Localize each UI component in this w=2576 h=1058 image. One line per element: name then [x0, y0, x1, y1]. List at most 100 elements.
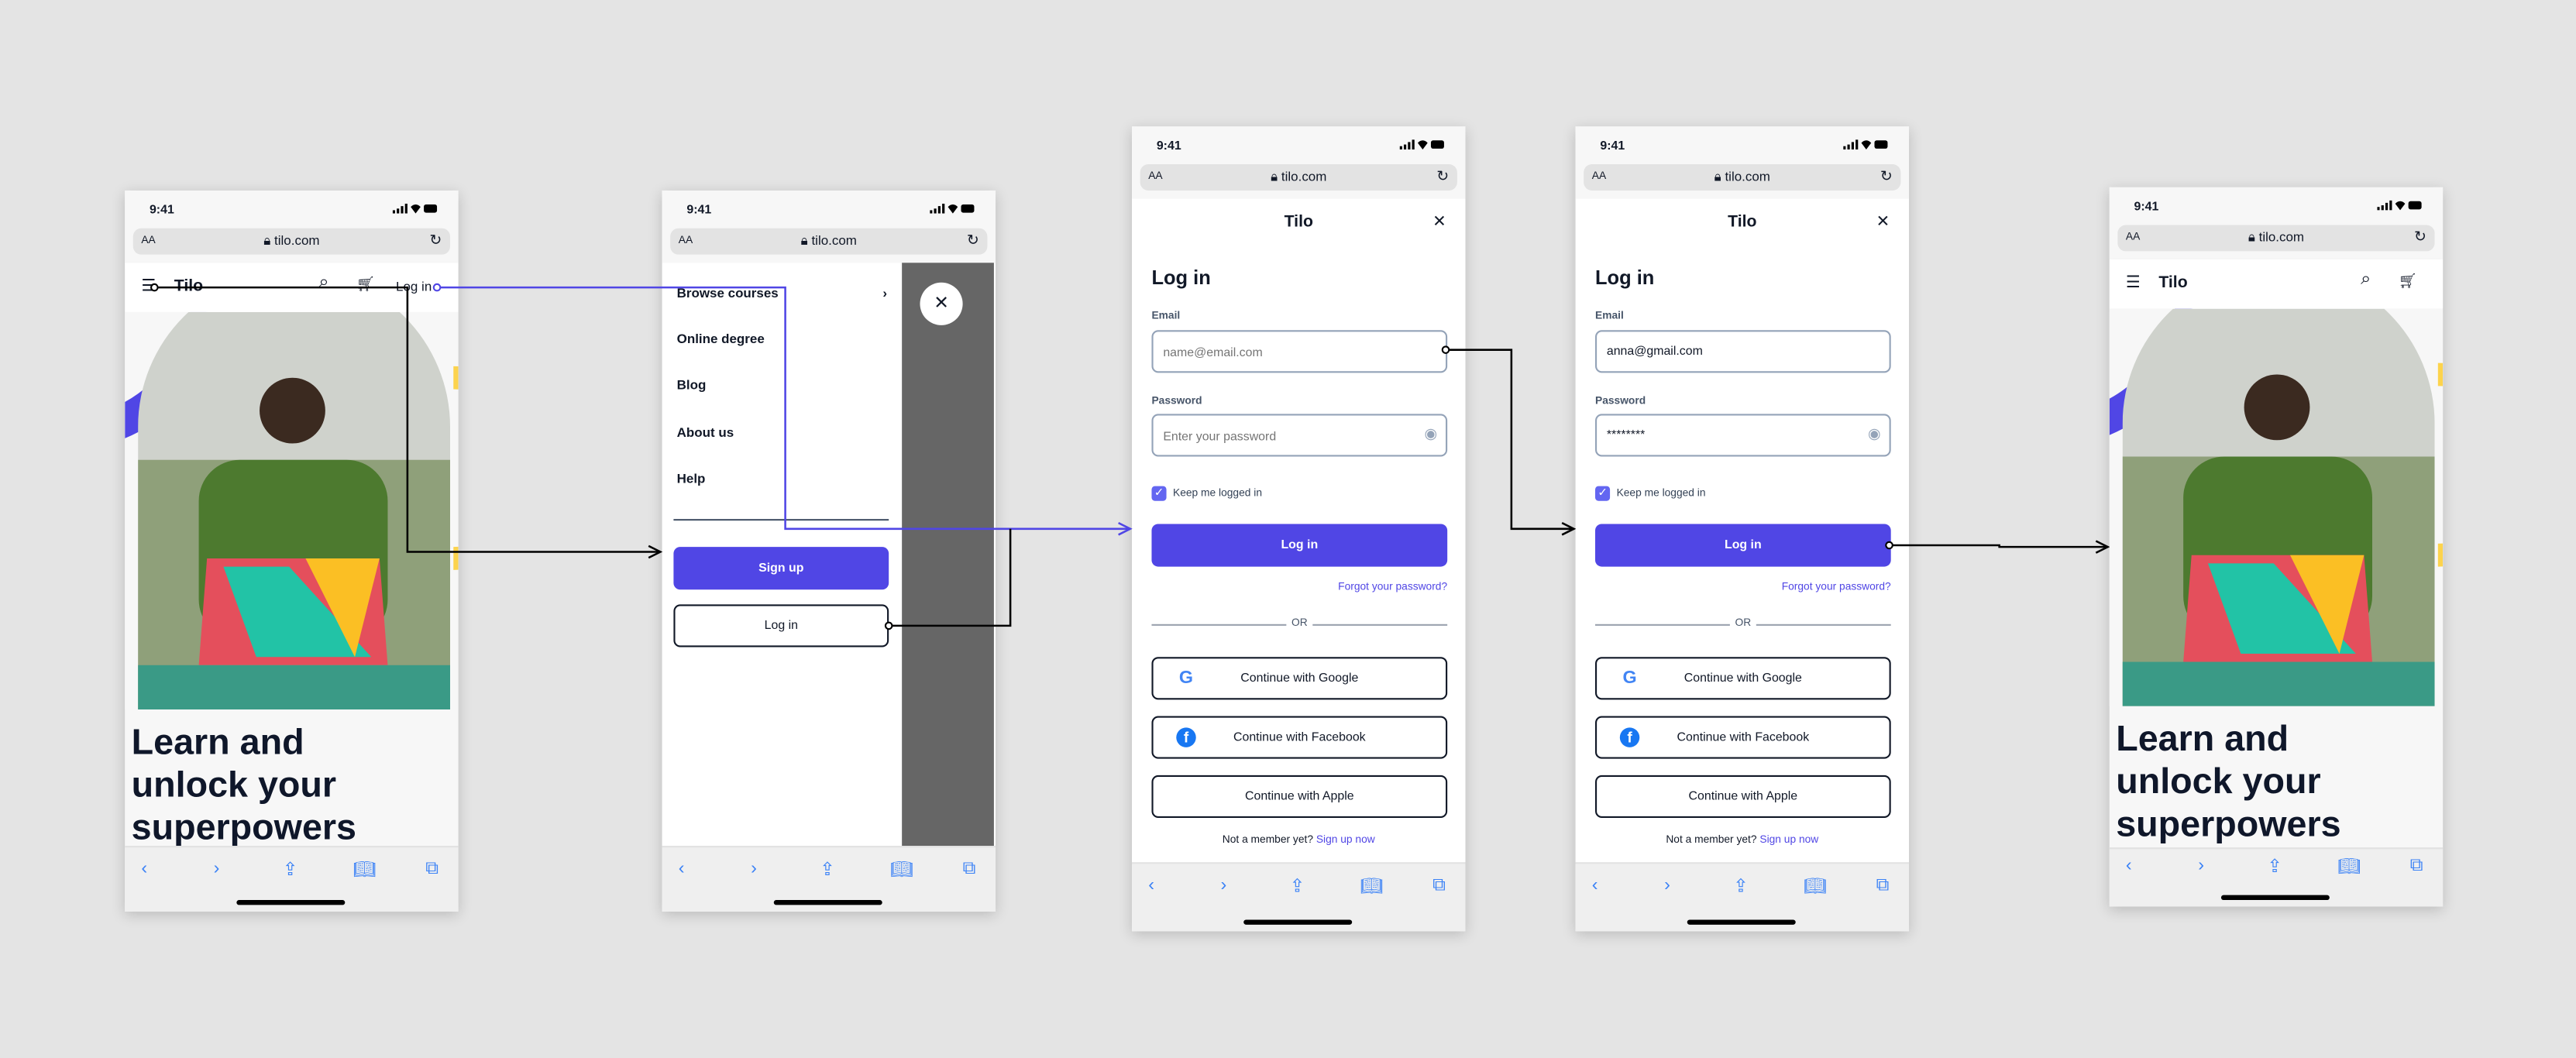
back-icon[interactable]: ‹ — [2126, 856, 2132, 875]
share-icon[interactable]: ⇪ — [820, 859, 835, 880]
address-bar[interactable]: AA 🔒︎ tilo.com ↻ — [1584, 164, 1901, 191]
status-time: 9:41 — [149, 201, 174, 217]
bookmarks-icon[interactable]: 📖︎ — [1360, 875, 1384, 896]
back-icon[interactable]: ‹ — [141, 859, 147, 878]
tabs-icon[interactable]: ⧉ — [1876, 875, 1890, 897]
address-bar[interactable]: AA 🔒︎ tilo.com ↻ — [2117, 225, 2435, 252]
back-icon[interactable]: ‹ — [1592, 875, 1598, 895]
signal-wifi-battery-icon — [1399, 139, 1446, 149]
login-submit-button[interactable]: Log in — [1595, 524, 1891, 567]
share-icon[interactable]: ⇪ — [1733, 875, 1749, 896]
close-icon[interactable]: ✕ — [1432, 214, 1446, 232]
forgot-password-link[interactable]: Forgot your password? — [1338, 582, 1447, 593]
email-label: Email — [1595, 310, 1624, 322]
logo[interactable]: Tilo — [2158, 274, 2187, 292]
close-icon[interactable]: ✕ — [1876, 214, 1890, 232]
home-indicator — [1687, 919, 1796, 925]
tabs-icon[interactable]: ⧉ — [425, 859, 439, 881]
signup-link[interactable]: Sign up now — [1759, 834, 1818, 846]
google-button[interactable]: G Continue with Google — [1151, 657, 1448, 700]
back-icon[interactable]: ‹ — [679, 859, 685, 878]
back-icon[interactable]: ‹ — [1148, 875, 1154, 895]
show-password-eye-icon[interactable]: ◉ — [1868, 425, 1881, 443]
connector-submit — [1889, 545, 2108, 547]
apple-button[interactable]: Continue with Apple — [1595, 775, 1891, 819]
keep-logged-in-checkbox[interactable]: ✓ — [1151, 486, 1167, 501]
keep-logged-in-checkbox[interactable]: ✓ — [1595, 486, 1611, 501]
show-password-eye-icon[interactable]: ◉ — [1424, 425, 1437, 443]
menu-item-help[interactable]: Help — [677, 472, 706, 486]
close-menu-button[interactable]: ✕ — [920, 282, 963, 325]
phone-home: 9:41 AA 🔒︎ tilo.com ↻ ☰ Tilo ⌕ 🛒︎ Log in… — [125, 190, 459, 912]
bookmarks-icon[interactable]: 📖︎ — [1804, 875, 1827, 896]
keep-logged-in-label: Keep me logged in — [1173, 487, 1263, 500]
facebook-button[interactable]: f Continue with Facebook — [1151, 716, 1448, 759]
hero-image — [2109, 308, 2444, 706]
cart-icon[interactable]: 🛒︎ — [2399, 273, 2417, 290]
forward-icon[interactable]: › — [214, 859, 220, 878]
menu-overlay[interactable] — [902, 263, 994, 848]
forgot-password-link[interactable]: Forgot your password? — [1782, 582, 1891, 593]
bookmarks-icon[interactable]: 📖︎ — [890, 859, 913, 880]
menu-item-browse-courses[interactable]: Browse courses › — [677, 286, 887, 301]
lock-icon: 🔒︎ — [263, 233, 271, 249]
cart-icon[interactable]: 🛒︎ — [356, 276, 375, 294]
bookmarks-icon[interactable]: 📖︎ — [2337, 856, 2361, 877]
status-time: 9:41 — [1156, 138, 1181, 153]
hamburger-menu-icon[interactable]: ☰ — [2126, 274, 2141, 292]
forward-icon[interactable]: › — [1664, 875, 1670, 895]
status-time: 9:41 — [2134, 198, 2159, 214]
logo[interactable]: Tilo — [174, 277, 203, 295]
forward-icon[interactable]: › — [2198, 856, 2204, 875]
apple-button[interactable]: Continue with Apple — [1151, 775, 1448, 819]
reload-icon[interactable]: ↻ — [2414, 228, 2426, 246]
menu-item-about-us[interactable]: About us — [677, 425, 734, 440]
home-indicator — [1243, 919, 1353, 925]
lock-icon: 🔒︎ — [2248, 229, 2255, 245]
share-icon[interactable]: ⇪ — [1290, 875, 1305, 896]
signup-button[interactable]: Sign up — [673, 547, 889, 590]
password-input[interactable]: ******** — [1595, 414, 1891, 457]
keep-logged-in-label: Keep me logged in — [1616, 487, 1706, 500]
login-submit-button[interactable]: Log in — [1151, 524, 1448, 567]
search-icon[interactable]: ⌕ — [2361, 270, 2371, 291]
menu-item-online-degree[interactable]: Online degree — [677, 331, 765, 346]
menu-divider — [673, 519, 889, 521]
tabs-icon[interactable]: ⧉ — [2410, 856, 2423, 878]
phone-login-filled: 9:41 AA 🔒︎ tilo.com ↻ Tilo ✕ Log in Emai… — [1575, 126, 1910, 932]
signup-link[interactable]: Sign up now — [1316, 834, 1375, 846]
address-bar[interactable]: AA 🔒︎ tilo.com ↻ — [670, 228, 988, 255]
signal-wifi-battery-icon — [392, 203, 439, 214]
or-divider: OR — [1595, 617, 1891, 630]
reload-icon[interactable]: ↻ — [967, 232, 979, 249]
forward-icon[interactable]: › — [1221, 875, 1227, 895]
password-input[interactable] — [1151, 414, 1448, 457]
forward-icon[interactable]: › — [751, 859, 757, 878]
tabs-icon[interactable]: ⧉ — [963, 859, 976, 881]
address-bar[interactable]: AA 🔒︎ tilo.com ↻ — [132, 228, 451, 255]
reload-icon[interactable]: ↻ — [429, 232, 442, 249]
share-icon[interactable]: ⇪ — [283, 859, 298, 880]
lock-icon: 🔒︎ — [1714, 169, 1721, 184]
email-input[interactable] — [1151, 330, 1448, 373]
signal-wifi-battery-icon — [1843, 139, 1889, 149]
address-bar[interactable]: AA 🔒︎ tilo.com ↻ — [1140, 164, 1457, 191]
tabs-icon[interactable]: ⧉ — [1432, 875, 1446, 897]
or-divider: OR — [1151, 617, 1448, 630]
search-icon[interactable]: ⌕ — [318, 273, 328, 294]
login-title: Log in — [1151, 266, 1211, 290]
menu-item-blog[interactable]: Blog — [677, 378, 707, 393]
facebook-button[interactable]: f Continue with Facebook — [1595, 716, 1891, 759]
reload-icon[interactable]: ↻ — [1880, 167, 1893, 185]
login-button[interactable]: Log in — [673, 604, 889, 648]
reload-icon[interactable]: ↻ — [1436, 167, 1449, 185]
share-icon[interactable]: ⇪ — [2267, 856, 2282, 877]
login-link[interactable]: Log in — [396, 279, 432, 294]
bookmarks-icon[interactable]: 📖︎ — [353, 859, 377, 880]
google-icon: G — [1178, 668, 1194, 689]
google-button[interactable]: G Continue with Google — [1595, 657, 1891, 700]
browser-toolbar: ‹ › ⇪ 📖︎ ⧉ — [662, 846, 996, 912]
hamburger-menu-icon[interactable]: ☰ — [141, 277, 156, 295]
password-label: Password — [1151, 396, 1202, 407]
email-input[interactable]: anna@gmail.com — [1595, 330, 1891, 373]
